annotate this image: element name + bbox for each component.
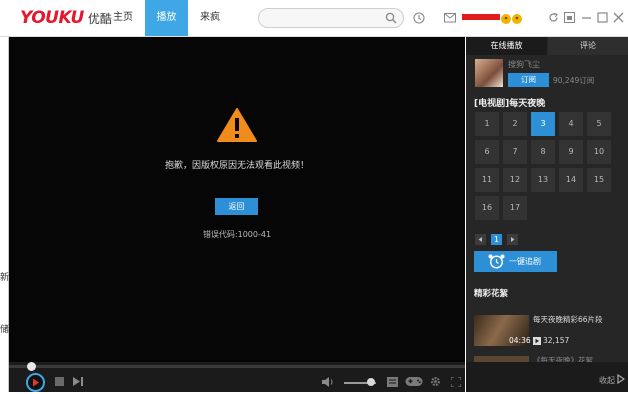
progress-bar[interactable] <box>9 365 465 368</box>
close-icon[interactable] <box>613 12 624 23</box>
fullscreen-icon[interactable] <box>451 377 461 387</box>
episode-button[interactable]: 5 <box>587 112 611 136</box>
nav-laifeng[interactable]: 来疯 <box>191 0 229 36</box>
uploader-avatar[interactable] <box>475 59 503 87</box>
minimize-icon[interactable] <box>581 12 592 23</box>
tab-online-play[interactable]: 在线播放 <box>466 37 547 55</box>
refresh-icon[interactable] <box>548 12 559 23</box>
follow-series-button[interactable]: 一键追剧 <box>474 251 557 272</box>
error-code: 错误代码:1000-41 <box>202 230 272 239</box>
nav-play[interactable]: 播放 <box>145 0 188 36</box>
settings-gear-icon[interactable] <box>430 376 441 387</box>
highlights-heading: 精彩花絮 <box>474 289 509 299</box>
next-page-button[interactable] <box>507 234 518 245</box>
episode-button[interactable]: 2 <box>503 112 527 136</box>
episode-button[interactable]: 7 <box>503 140 527 164</box>
episode-button[interactable]: 12 <box>503 168 527 192</box>
background-window-edge <box>0 37 9 392</box>
search-icon[interactable] <box>385 12 397 24</box>
youku-logo[interactable]: YOUKU 优酷 <box>20 8 112 28</box>
episode-button[interactable]: 8 <box>531 140 555 164</box>
episode-button[interactable]: 1 <box>475 112 499 136</box>
next-icon[interactable] <box>73 377 84 386</box>
collapse-panel-button[interactable]: 收起 <box>599 375 615 386</box>
page-number[interactable]: 1 <box>491 234 502 245</box>
search-box <box>258 8 404 28</box>
episode-button[interactable]: 4 <box>559 112 583 136</box>
episode-button[interactable]: 17 <box>503 196 527 220</box>
play-count-icon <box>533 337 541 345</box>
search-input[interactable] <box>267 15 391 28</box>
episode-button[interactable]: 14 <box>559 168 583 192</box>
maximize-icon[interactable] <box>597 12 608 23</box>
video-play-count: 32,157 <box>543 336 570 345</box>
user-avatar-redacted[interactable] <box>462 10 526 26</box>
subscribe-button[interactable]: 订阅 <box>508 73 549 87</box>
prev-page-button[interactable] <box>475 234 486 245</box>
collapse-arrow-icon[interactable] <box>617 374 625 384</box>
episode-button[interactable]: 6 <box>475 140 499 164</box>
video-title[interactable]: 《每天夜晚》花絮 <box>533 355 593 362</box>
mail-icon[interactable] <box>444 13 456 23</box>
stop-icon[interactable] <box>55 377 64 386</box>
video-duration: 04:36 <box>509 336 531 345</box>
game-controller-icon[interactable] <box>405 376 423 387</box>
background-window-text: 储 <box>0 325 10 335</box>
mini-mode-icon[interactable] <box>564 12 575 23</box>
background-window-text: 新 <box>0 273 10 283</box>
playlist-icon[interactable] <box>387 377 398 387</box>
show-title[interactable]: [电视剧]每天夜晚 <box>474 96 545 109</box>
play-icon <box>33 378 39 387</box>
volume-handle[interactable] <box>367 378 375 386</box>
tab-comments[interactable]: 评论 <box>548 37 628 55</box>
error-message: 抱歉，因版权原因无法观看此视频！ <box>164 161 309 171</box>
volume-icon[interactable] <box>322 377 334 387</box>
episode-button[interactable]: 15 <box>587 168 611 192</box>
history-clock-icon[interactable] <box>413 12 425 24</box>
alarm-clock-icon <box>488 254 505 269</box>
episode-button[interactable]: 10 <box>587 140 611 164</box>
episode-button[interactable]: 13 <box>531 168 555 192</box>
subscriber-count: 90,249订阅 <box>553 76 595 85</box>
arrow-left-icon <box>478 237 482 242</box>
play-button[interactable] <box>26 373 45 392</box>
video-title[interactable]: 每天夜晚精彩66片段 <box>533 314 603 325</box>
episode-button[interactable]: 9 <box>559 140 583 164</box>
follow-series-label: 一键追剧 <box>509 257 541 266</box>
logo-text-en: YOUKU <box>20 8 84 28</box>
back-button[interactable]: 返回 <box>215 198 258 215</box>
progress-handle[interactable] <box>27 362 36 371</box>
nav-home[interactable]: 主页 <box>104 0 142 36</box>
episode-button[interactable]: 11 <box>475 168 499 192</box>
uploader-name[interactable]: 搜狗飞尘 <box>508 59 540 70</box>
arrow-right-icon <box>511 237 515 242</box>
episode-button[interactable]: 3 <box>531 112 555 136</box>
episode-button[interactable]: 16 <box>475 196 499 220</box>
warning-icon <box>217 108 257 142</box>
